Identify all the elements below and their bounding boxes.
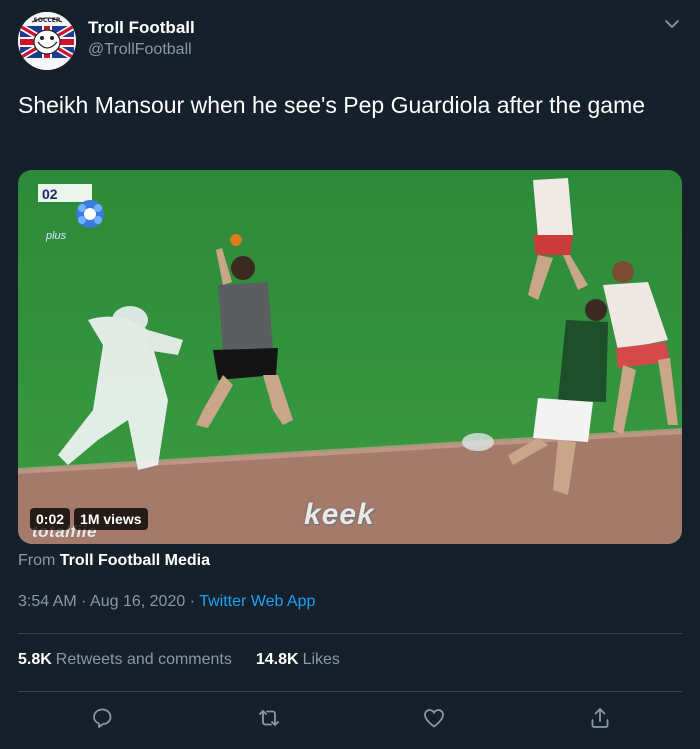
tweet-time[interactable]: 3:54 AM [18,593,77,610]
tweet-text: Sheikh Mansour when he see's Pep Guardio… [18,92,646,118]
tweet-stats: 5.8K Retweets and comments 14.8K Likes [18,651,340,669]
media-source: From Troll Football Media [18,552,210,570]
meta-separator: · [81,593,87,610]
retweets-label: Retweets and comments [55,651,232,668]
tweet-actions [18,706,682,736]
troll-face-avatar-icon: SOCCER [18,12,76,70]
media-source-prefix: From [18,552,56,569]
divider [18,633,682,634]
avatar[interactable]: SOCCER [18,12,76,70]
media-source-link[interactable]: Troll Football Media [60,552,210,569]
chevron-down-icon[interactable] [662,14,682,34]
likes-label: Likes [302,651,340,668]
retweets-count: 5.8K [18,651,52,668]
likes-count: 14.8K [255,651,299,668]
tweet-date[interactable]: Aug 16, 2020 [90,593,185,610]
author-name[interactable]: Troll Football [88,18,195,38]
likes-stat[interactable]: 14.8K Likes [256,651,340,669]
retweets-stat[interactable]: 5.8K Retweets and comments [18,651,232,669]
author-handle[interactable]: @TrollFootball [88,41,192,59]
video-duration-badge: 0:02 [30,508,71,530]
video-clock: 02 [42,186,58,202]
share-icon[interactable] [588,706,612,730]
tweet-meta: 3:54 AM · Aug 16, 2020 · Twitter Web App [18,593,315,611]
svg-text:SOCCER: SOCCER [34,17,61,24]
retweet-icon[interactable] [257,706,281,730]
video-views-badge: 1M views [74,508,148,530]
video-badges: 0:02 1M views [30,508,148,530]
tweet-header: SOCCER Troll Football @TrollFootball [18,10,682,70]
divider [18,691,682,692]
reply-icon[interactable] [90,706,114,730]
channel-text: plus [46,230,67,242]
keek-watermark: keek [304,498,375,531]
meta-separator: · [189,593,196,610]
source-app-link[interactable]: Twitter Web App [199,593,315,610]
heart-icon[interactable] [422,706,446,730]
video-player[interactable]: 02 plus keek totalfiie 0:02 1M views [18,170,682,544]
